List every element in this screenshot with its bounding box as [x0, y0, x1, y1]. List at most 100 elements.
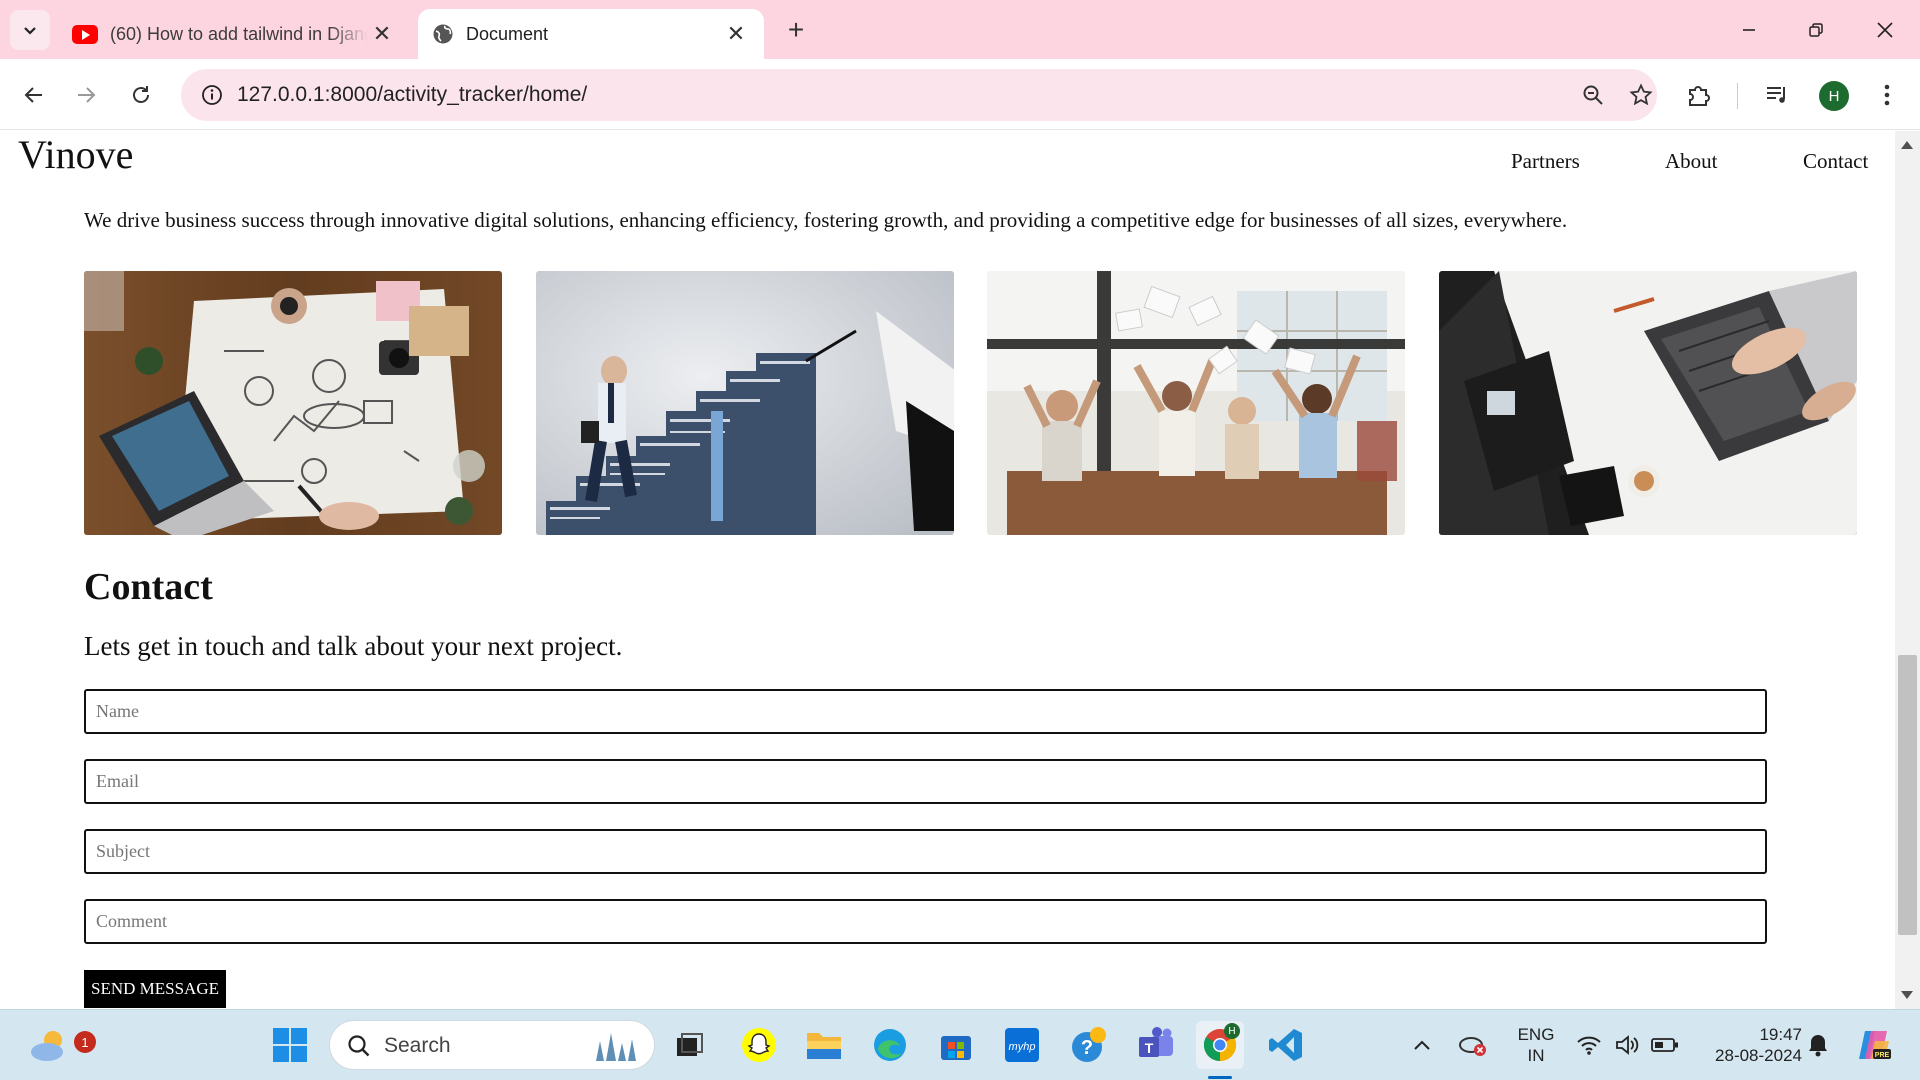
- scroll-up-arrow-icon[interactable]: [1901, 141, 1913, 149]
- contact-subheading: Lets get in touch and talk about your ne…: [84, 631, 623, 661]
- copilot-icon: PRE: [1859, 1031, 1891, 1059]
- volume-status[interactable]: [1610, 1023, 1644, 1067]
- edge-app[interactable]: [868, 1023, 912, 1067]
- forward-button[interactable]: [66, 75, 106, 115]
- microsoft-store-icon: [941, 1036, 971, 1060]
- language-code: ENG: [1517, 1025, 1555, 1044]
- name-field[interactable]: [84, 689, 1767, 734]
- new-tab-button[interactable]: +: [780, 14, 812, 46]
- url-text[interactable]: 127.0.0.1:8000/activity_tracker/home/: [237, 83, 587, 107]
- bell-icon: [1809, 1035, 1827, 1057]
- site-info-icon[interactable]: [199, 82, 225, 108]
- profile-avatar[interactable]: H: [1819, 81, 1849, 111]
- svg-text:?: ?: [1081, 1037, 1093, 1059]
- tab-search-button[interactable]: [10, 10, 50, 50]
- region-code: IN: [1527, 1046, 1545, 1065]
- page-viewport: Vinove Partners About Contact We drive b…: [0, 131, 1895, 1009]
- store-app[interactable]: [934, 1023, 978, 1067]
- extensions-button[interactable]: [1679, 75, 1719, 115]
- tab-youtube[interactable]: (60) How to add tailwind in Django ✕: [60, 9, 408, 59]
- active-app-indicator: [1208, 1076, 1232, 1079]
- back-button[interactable]: [14, 75, 54, 115]
- browser-tab-strip: (60) How to add tailwind in Django ✕ Doc…: [0, 0, 1920, 59]
- copilot-button[interactable]: PRE: [1851, 1023, 1895, 1067]
- send-message-button[interactable]: SEND MESSAGE: [84, 970, 226, 1008]
- onedrive-status[interactable]: [1455, 1023, 1491, 1067]
- myhp-icon: myhp: [1005, 1028, 1039, 1062]
- snapchat-app[interactable]: [737, 1023, 781, 1067]
- browser-toolbar: 127.0.0.1:8000/activity_tracker/home/ H: [0, 59, 1920, 130]
- comment-field[interactable]: [84, 899, 1767, 944]
- photo-team-celebration: [987, 271, 1405, 535]
- scroll-down-arrow-icon[interactable]: [1901, 991, 1913, 999]
- restore-button[interactable]: [1791, 10, 1841, 50]
- address-bar[interactable]: 127.0.0.1:8000/activity_tracker/home/: [181, 69, 1657, 121]
- teams-app[interactable]: T: [1134, 1023, 1178, 1067]
- nav-link-partners[interactable]: Partners: [1511, 149, 1580, 174]
- clock[interactable]: 19:47 28-08-2024: [1692, 1024, 1802, 1066]
- tab-document[interactable]: Document ✕: [418, 9, 764, 59]
- show-hidden-icons-button[interactable]: [1407, 1023, 1437, 1067]
- star-icon: [1629, 83, 1653, 106]
- photo-success-staircase: [536, 271, 954, 535]
- wifi-icon: [1577, 1036, 1601, 1055]
- vscode-icon: [1269, 1029, 1302, 1061]
- globe-icon: [433, 24, 453, 44]
- help-icon: ?: [1072, 1027, 1106, 1062]
- search-highlight-icon: [596, 1033, 636, 1061]
- svg-text:T: T: [1145, 1040, 1154, 1056]
- search-placeholder: Search: [384, 1034, 451, 1057]
- taskbar-search-box[interactable]: Search: [329, 1020, 655, 1070]
- chrome-app[interactable]: H: [1196, 1021, 1244, 1069]
- snapchat-icon: [742, 1028, 776, 1062]
- reload-button[interactable]: [121, 75, 161, 115]
- close-tab-icon[interactable]: ✕: [722, 20, 750, 48]
- media-queue-icon: [1767, 87, 1785, 103]
- zoom-icon: [1583, 85, 1603, 105]
- close-icon: [1877, 22, 1893, 38]
- nav-link-contact[interactable]: Contact: [1803, 149, 1868, 174]
- page-scrollbar[interactable]: [1895, 131, 1920, 1009]
- task-view-icon: [677, 1033, 703, 1056]
- help-app[interactable]: ?: [1067, 1023, 1111, 1067]
- minimize-icon: [1743, 29, 1755, 31]
- nav-link-about[interactable]: About: [1665, 149, 1718, 174]
- chevron-down-icon: [24, 27, 36, 35]
- battery-status[interactable]: [1648, 1023, 1682, 1067]
- clock-date: 28-08-2024: [1715, 1046, 1802, 1065]
- photo-business-plan-desk: [84, 271, 502, 535]
- vscode-app[interactable]: [1264, 1023, 1308, 1067]
- svg-text:PRE: PRE: [1875, 1052, 1890, 1059]
- media-controls-button[interactable]: [1757, 75, 1797, 115]
- contact-heading: Contact: [84, 566, 213, 608]
- zoom-button[interactable]: [1573, 75, 1613, 115]
- toolbar-divider: [1737, 83, 1738, 109]
- arrow-right-icon: [78, 87, 96, 103]
- scroll-thumb[interactable]: [1898, 655, 1917, 935]
- notifications-button[interactable]: [1800, 1023, 1836, 1067]
- photo-laptop-work: [1439, 271, 1857, 535]
- close-tab-icon[interactable]: ✕: [368, 20, 396, 48]
- brand-logo-text[interactable]: Vinove: [18, 131, 133, 178]
- start-button[interactable]: [268, 1023, 312, 1067]
- arrow-left-icon: [24, 87, 42, 103]
- clock-time: 19:47: [1759, 1025, 1802, 1044]
- file-explorer-app[interactable]: [802, 1023, 846, 1067]
- task-view-button[interactable]: [667, 1023, 711, 1067]
- minimize-button[interactable]: [1724, 10, 1774, 50]
- bookmark-button[interactable]: [1621, 75, 1661, 115]
- menu-button[interactable]: [1867, 75, 1907, 115]
- myhp-app[interactable]: myhp: [1000, 1023, 1044, 1067]
- language-indicator[interactable]: ENG IN: [1508, 1024, 1564, 1066]
- email-field[interactable]: [84, 759, 1767, 804]
- search-icon: [348, 1035, 370, 1057]
- wifi-status[interactable]: [1572, 1023, 1606, 1067]
- weather-cloud-icon: [31, 1031, 63, 1061]
- close-window-button[interactable]: [1860, 10, 1910, 50]
- edge-browser-icon: [874, 1029, 906, 1061]
- youtube-icon: [72, 24, 98, 44]
- battery-icon: [1651, 1038, 1678, 1052]
- weather-widget[interactable]: 1: [26, 1023, 96, 1067]
- chevron-up-icon: [1414, 1040, 1430, 1050]
- subject-field[interactable]: [84, 829, 1767, 874]
